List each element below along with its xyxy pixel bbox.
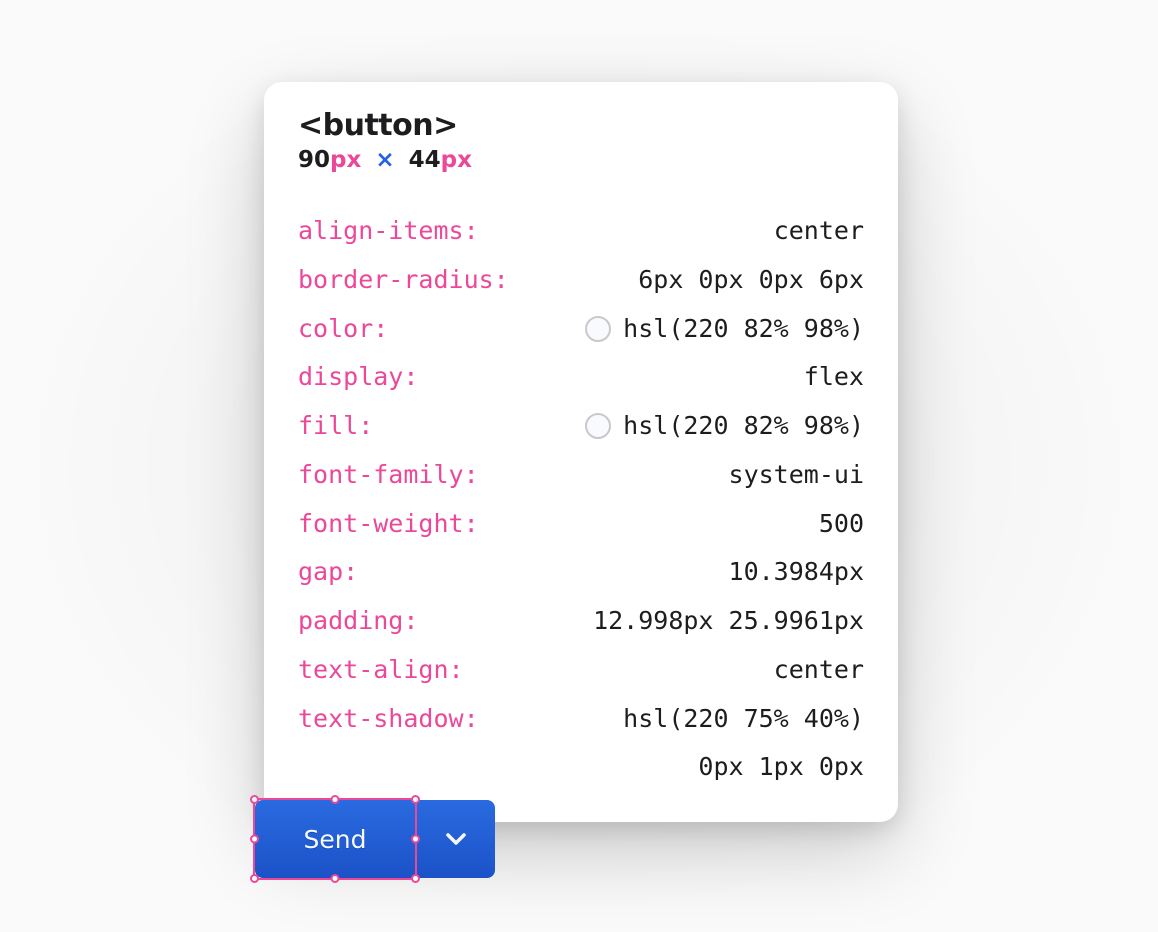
- chevron-down-icon: [445, 832, 467, 846]
- element-dimensions: 90px × 44px: [298, 147, 864, 173]
- send-dropdown-button[interactable]: [417, 800, 495, 878]
- css-prop-value-line1: hsl(220 75% 40%): [623, 695, 864, 744]
- css-prop-value: hsl(220 75% 40%) 0px 1px 0px: [623, 695, 864, 793]
- css-property-row: font-family system-ui: [298, 451, 864, 500]
- css-property-row: fill hsl(220 82% 98%): [298, 402, 864, 451]
- css-prop-key: text-align: [298, 646, 464, 695]
- css-prop-value: 6px 0px 0px 6px: [638, 256, 864, 305]
- css-prop-key: font-weight: [298, 500, 479, 549]
- css-prop-key: display: [298, 353, 418, 402]
- dimension-width: 90: [298, 147, 330, 173]
- css-prop-value: 10.3984px: [729, 548, 864, 597]
- color-swatch-icon: [585, 316, 611, 342]
- css-prop-key: color: [298, 305, 388, 354]
- css-property-row: border-radius 6px 0px 0px 6px: [298, 256, 864, 305]
- dimension-height: 44: [409, 147, 441, 173]
- css-prop-key: fill: [298, 402, 373, 451]
- send-button-label: Send: [304, 825, 367, 854]
- css-property-row: display flex: [298, 353, 864, 402]
- css-property-row: color hsl(220 82% 98%): [298, 305, 864, 354]
- element-tag: <button>: [298, 108, 864, 143]
- css-property-row: text-align center: [298, 646, 864, 695]
- css-prop-value: center: [774, 207, 864, 256]
- css-prop-key: font-family: [298, 451, 479, 500]
- color-swatch-icon: [585, 413, 611, 439]
- send-button[interactable]: Send: [255, 800, 415, 878]
- css-prop-value: center: [774, 646, 864, 695]
- css-prop-value: 12.998px 25.9961px: [593, 597, 864, 646]
- css-prop-key: gap: [298, 548, 358, 597]
- css-prop-value: hsl(220 82% 98%): [585, 305, 864, 354]
- css-inspector-tooltip: <button> 90px × 44px align-items center …: [264, 82, 898, 822]
- dimension-unit-w: px: [330, 147, 361, 173]
- css-property-list: align-items center border-radius 6px 0px…: [298, 207, 864, 792]
- css-property-row: padding 12.998px 25.9961px: [298, 597, 864, 646]
- css-prop-key: align-items: [298, 207, 479, 256]
- css-prop-value: flex: [804, 353, 864, 402]
- dimension-unit-h: px: [441, 147, 472, 173]
- css-prop-key: border-radius: [298, 256, 509, 305]
- split-button-group: Send: [255, 800, 495, 878]
- css-prop-value: 500: [819, 500, 864, 549]
- css-prop-value: system-ui: [729, 451, 864, 500]
- css-property-row: align-items center: [298, 207, 864, 256]
- css-prop-key: text-shadow: [298, 695, 479, 744]
- css-prop-value-line2: 0px 1px 0px: [698, 743, 864, 792]
- css-prop-value-text: hsl(220 82% 98%): [623, 305, 864, 354]
- css-prop-value-text: hsl(220 82% 98%): [623, 402, 864, 451]
- css-prop-value: hsl(220 82% 98%): [585, 402, 864, 451]
- css-property-row: text-shadow hsl(220 75% 40%) 0px 1px 0px: [298, 695, 864, 793]
- dimension-separator: ×: [369, 147, 400, 173]
- css-property-row: gap 10.3984px: [298, 548, 864, 597]
- css-prop-key: padding: [298, 597, 418, 646]
- css-property-row: font-weight 500: [298, 500, 864, 549]
